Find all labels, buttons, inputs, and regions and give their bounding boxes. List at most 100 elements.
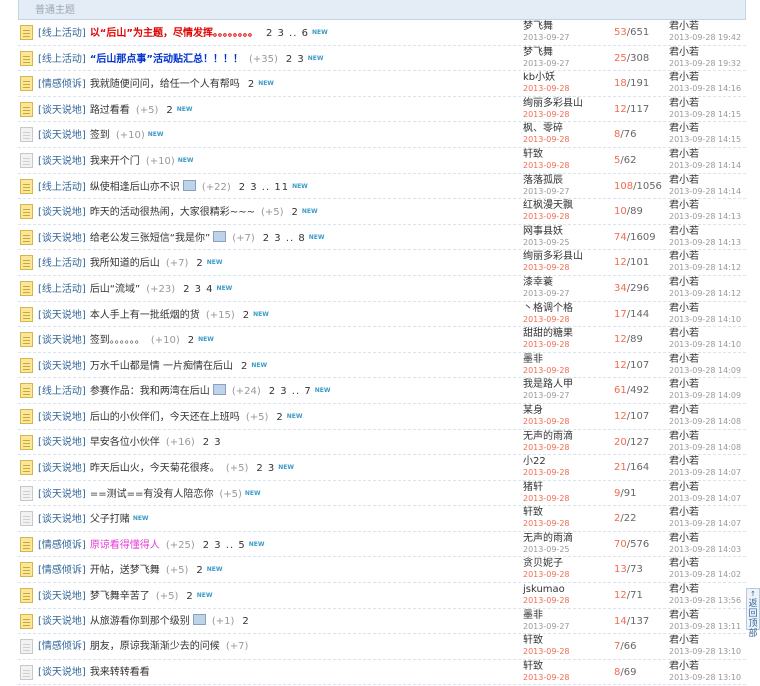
author-name-link[interactable]: 轩致 — [523, 661, 613, 672]
thread-title-link[interactable]: 我所知道的后山 — [90, 258, 160, 269]
author-name-link[interactable]: 绚丽多彩县山 — [523, 251, 613, 262]
thread-title-link[interactable]: 昨天的活动很热闹，大家很精彩~~~ — [90, 207, 255, 218]
thread-category-link[interactable]: [谈天说地] — [38, 207, 86, 218]
author-name-link[interactable]: 甜甜的糖果 — [523, 328, 613, 339]
author-name-link[interactable]: 我是路人甲 — [523, 379, 613, 390]
back-to-top-button[interactable]: ↑ 返回顶部 — [746, 588, 760, 639]
last-post-time[interactable]: 2013-09-28 14:10 — [669, 339, 746, 350]
last-poster-link[interactable]: 君小若 — [669, 610, 746, 621]
last-poster-link[interactable]: 君小若 — [669, 149, 746, 160]
thread-plain-icon[interactable] — [20, 664, 33, 680]
last-poster-link[interactable]: 君小若 — [669, 379, 746, 390]
thread-folder-icon[interactable] — [20, 383, 33, 399]
thread-title-link[interactable]: “后山那点事”活动贴汇总！！！！ — [90, 54, 243, 65]
last-post-time[interactable]: 2013-09-28 14:09 — [669, 390, 746, 401]
last-poster-link[interactable]: 君小若 — [669, 123, 746, 134]
thread-title-link[interactable]: ==测试==有没有人陪恋你 — [90, 489, 214, 500]
thread-folder-icon[interactable] — [20, 562, 33, 578]
thread-category-link[interactable]: [线上活动] — [38, 54, 86, 65]
last-post-time[interactable]: 2013-09-28 14:15 — [669, 109, 746, 120]
last-poster-link[interactable]: 君小若 — [669, 251, 746, 262]
last-post-time[interactable]: 2013-09-28 14:08 — [669, 416, 746, 427]
thread-plain-icon[interactable] — [20, 511, 33, 527]
thread-title-link[interactable]: 签到 — [90, 130, 110, 141]
thread-pages-links[interactable]: 2 3 .. 7 — [269, 386, 312, 397]
thread-pages-links[interactable]: 2 3 — [286, 54, 305, 65]
thread-pages-links[interactable]: 2 — [276, 412, 283, 423]
thread-title-link[interactable]: 早安各位小伙伴 — [90, 437, 160, 448]
last-poster-link[interactable]: 君小若 — [669, 456, 746, 467]
thread-title-link[interactable]: 父子打赌 — [90, 514, 130, 525]
author-name-link[interactable]: 小22 — [523, 456, 613, 467]
author-name-link[interactable]: 梦飞舞 — [523, 47, 613, 58]
thread-category-link[interactable]: [线上活动] — [38, 182, 86, 193]
author-name-link[interactable]: 某身 — [523, 405, 613, 416]
thread-folder-icon[interactable] — [20, 204, 33, 220]
thread-category-link[interactable]: [情感倾诉] — [38, 79, 86, 90]
thread-category-link[interactable]: [谈天说地] — [38, 591, 86, 602]
thread-category-link[interactable]: [谈天说地] — [38, 463, 86, 474]
thread-category-link[interactable]: [谈天说地] — [38, 361, 86, 372]
thread-category-link[interactable]: [情感倾诉] — [38, 540, 86, 551]
thread-folder-icon[interactable] — [20, 255, 33, 271]
thread-title-link[interactable]: 万水千山都是情 一片痴情在后山 — [90, 361, 233, 372]
last-poster-link[interactable]: 君小若 — [669, 175, 746, 186]
thread-category-link[interactable]: [谈天说地] — [38, 310, 86, 321]
last-post-time[interactable]: 2013-09-28 13:10 — [669, 672, 746, 683]
last-post-time[interactable]: 2013-09-28 14:13 — [669, 211, 746, 222]
thread-title-link[interactable]: 我来开个门 — [90, 156, 140, 167]
author-name-link[interactable]: 猪轩 — [523, 482, 613, 493]
thread-title-link[interactable]: 昨天后山火，今天菊花很疼。 — [90, 463, 220, 474]
thread-category-link[interactable]: [谈天说地] — [38, 233, 86, 244]
thread-pages-links[interactable]: 2 — [243, 310, 250, 321]
thread-folder-icon[interactable] — [20, 332, 33, 348]
thread-pages-links[interactable]: 2 3 — [203, 437, 222, 448]
last-post-time[interactable]: 2013-09-28 14:14 — [669, 186, 746, 197]
thread-pages-links[interactable]: 2 3 .. 5 — [203, 540, 246, 551]
author-name-link[interactable]: 无声的雨滴 — [523, 533, 613, 544]
thread-folder-icon[interactable] — [20, 306, 33, 322]
last-poster-link[interactable]: 君小若 — [669, 661, 746, 672]
thread-title-link[interactable]: 参赛作品：我和两湾在后山 — [90, 386, 210, 397]
thread-folder-icon[interactable] — [20, 178, 33, 194]
author-name-link[interactable]: 轩致 — [523, 149, 613, 160]
author-name-link[interactable]: 落落孤辰 — [523, 175, 613, 186]
last-poster-link[interactable]: 君小若 — [669, 328, 746, 339]
author-name-link[interactable]: 漆幸蓑 — [523, 277, 613, 288]
thread-category-link[interactable]: [线上活动] — [38, 386, 86, 397]
author-name-link[interactable]: 轩致 — [523, 507, 613, 518]
last-poster-link[interactable]: 君小若 — [669, 303, 746, 314]
thread-pages-links[interactable]: 2 — [196, 258, 203, 269]
last-poster-link[interactable]: 君小若 — [669, 47, 746, 58]
last-poster-link[interactable]: 君小若 — [669, 405, 746, 416]
thread-pages-links[interactable]: 2 — [196, 565, 203, 576]
last-post-time[interactable]: 2013-09-28 13:56 — [669, 595, 746, 606]
thread-category-link[interactable]: [谈天说地] — [38, 130, 86, 141]
thread-category-link[interactable]: [谈天说地] — [38, 489, 86, 500]
thread-pages-links[interactable]: 2 — [188, 335, 195, 346]
thread-category-link[interactable]: [线上活动] — [38, 284, 86, 295]
thread-category-link[interactable]: [线上活动] — [38, 28, 86, 39]
author-name-link[interactable]: 无声的雨滴 — [523, 431, 613, 442]
thread-plain-icon[interactable] — [20, 152, 33, 168]
last-post-time[interactable]: 2013-09-28 14:08 — [669, 442, 746, 453]
thread-plain-icon[interactable] — [20, 639, 33, 655]
last-post-time[interactable]: 2013-09-28 14:14 — [669, 160, 746, 171]
author-name-link[interactable]: kb小妖 — [523, 72, 613, 83]
last-post-time[interactable]: 2013-09-28 19:32 — [669, 58, 746, 69]
thread-folder-icon[interactable] — [20, 76, 33, 92]
thread-category-link[interactable]: [情感倾诉] — [38, 565, 86, 576]
last-post-time[interactable]: 2013-09-28 14:10 — [669, 314, 746, 325]
thread-title-link[interactable]: 我就随便问问，给任一个人有帮吗 — [90, 79, 240, 90]
thread-category-link[interactable]: [谈天说地] — [38, 667, 86, 678]
last-post-time[interactable]: 2013-09-28 14:09 — [669, 365, 746, 376]
thread-pages-links[interactable]: 2 3 4 — [183, 284, 213, 295]
thread-pages-links[interactable]: 2 — [166, 105, 173, 116]
thread-pages-links[interactable]: 2 — [292, 207, 299, 218]
thread-folder-icon[interactable] — [20, 101, 33, 117]
thread-category-link[interactable]: [谈天说地] — [38, 437, 86, 448]
thread-pages-links[interactable]: 2 — [186, 591, 193, 602]
thread-folder-icon[interactable] — [20, 460, 33, 476]
thread-title-link[interactable]: 梦飞舞辛苦了 — [90, 591, 150, 602]
last-post-time[interactable]: 2013-09-28 14:16 — [669, 83, 746, 94]
